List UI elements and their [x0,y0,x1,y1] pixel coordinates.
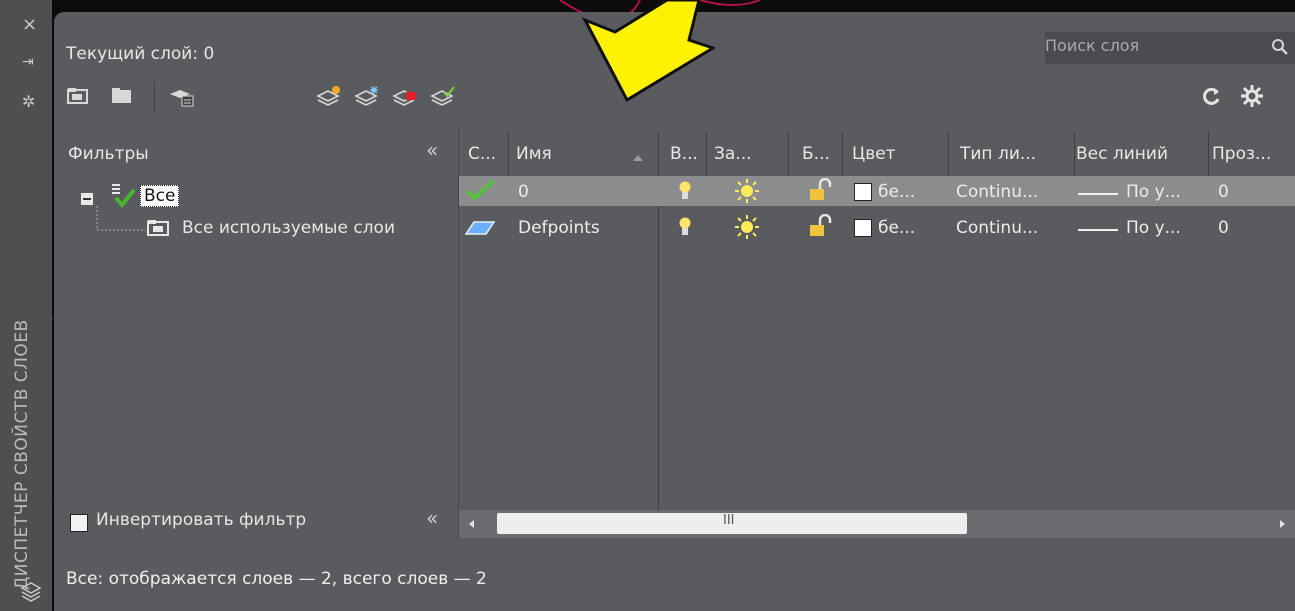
layer-color[interactable]: бе... [878,218,915,238]
col-sep [948,132,949,176]
tree-item-used-layers[interactable]: Все используемые слои [182,218,395,238]
delete-layer-icon[interactable] [392,84,418,108]
layer-color[interactable]: бе... [878,182,915,202]
layer-lineweight[interactable]: По у... [1126,182,1181,202]
col-sep [1074,132,1075,176]
scroll-thumb[interactable]: III [497,513,967,534]
tree-connector [96,206,146,231]
lineweight-line [1078,193,1118,195]
layers-icon [20,582,42,602]
properties-icon[interactable]: ✲ [0,92,52,111]
col-sep [788,132,789,176]
used-layers-filter-icon [147,220,169,236]
set-current-icon[interactable] [430,84,456,108]
scroll-right-icon[interactable] [1279,519,1287,529]
table-split [658,176,659,510]
new-group-filter-icon[interactable] [110,86,134,106]
horizontal-scrollbar[interactable]: III [459,510,1295,538]
invert-filter-checkbox[interactable] [70,514,88,532]
autohide-icon[interactable]: ⇥ [0,54,52,70]
col-sep [1208,132,1209,176]
search-placeholder: Поиск слоя [1045,36,1140,55]
layer-name[interactable]: 0 [518,182,529,202]
palette-title: ДИСПЕТЧЕР СВОЙСТВ СЛОЕВ [12,319,32,590]
lineweight-line [1078,229,1118,231]
color-swatch[interactable] [854,183,872,201]
layer-linetype[interactable]: Continu... [956,218,1038,238]
layer-transparency[interactable]: 0 [1218,218,1229,238]
col-sep [706,132,707,176]
collapse-tree-icon[interactable] [80,192,94,206]
search-icon[interactable] [1271,38,1289,56]
layer-lineweight[interactable]: По у... [1126,218,1181,238]
unlock-icon[interactable] [808,214,832,238]
bulb-on-icon[interactable] [678,180,692,202]
filters-title: Фильтры [68,144,149,164]
close-icon[interactable]: × [0,14,52,35]
layer-parallelogram-icon [464,221,496,235]
col-sep [658,132,659,176]
sort-ascending-icon [633,155,643,161]
refresh-icon[interactable] [1202,86,1222,106]
collapse-bottom-button[interactable]: « [426,506,438,530]
col-sep [508,132,509,176]
new-layer-vp-frozen-icon[interactable] [354,84,380,108]
current-layer-check-icon [465,179,495,201]
tree-item-all[interactable]: Все [140,185,180,207]
toolbar-divider [154,82,155,112]
settings-gear-icon[interactable] [1240,84,1264,108]
invert-filter-label: Инвертировать фильтр [96,510,307,530]
new-property-filter-icon[interactable] [66,86,90,106]
color-swatch[interactable] [854,219,872,237]
layer-linetype[interactable]: Continu... [956,182,1038,202]
layer-name[interactable]: Defpoints [518,218,600,238]
yellow-arrow-icon [581,0,715,103]
unlock-icon[interactable] [808,178,832,202]
scroll-grip: III [723,513,735,528]
layer-states-manager-icon[interactable] [168,86,196,108]
search-input[interactable]: Поиск слоя [1045,32,1295,64]
layer-transparency[interactable]: 0 [1218,182,1229,202]
bulb-on-icon[interactable] [678,216,692,238]
scroll-left-icon[interactable] [467,519,475,529]
collapse-filters-button[interactable]: « [426,138,438,162]
sun-thaw-icon[interactable] [734,178,760,204]
sun-thaw-icon[interactable] [734,214,760,240]
current-layer-label: Текущий слой: 0 [66,44,215,64]
col-sep [842,132,843,176]
status-text: Все: отображается слоев — 2, всего слоев… [66,569,487,589]
new-layer-icon[interactable] [316,84,342,108]
side-strip: × ⇥ ✲ ДИСПЕТЧЕР СВОЙСТВ СЛОЕВ [0,0,52,611]
